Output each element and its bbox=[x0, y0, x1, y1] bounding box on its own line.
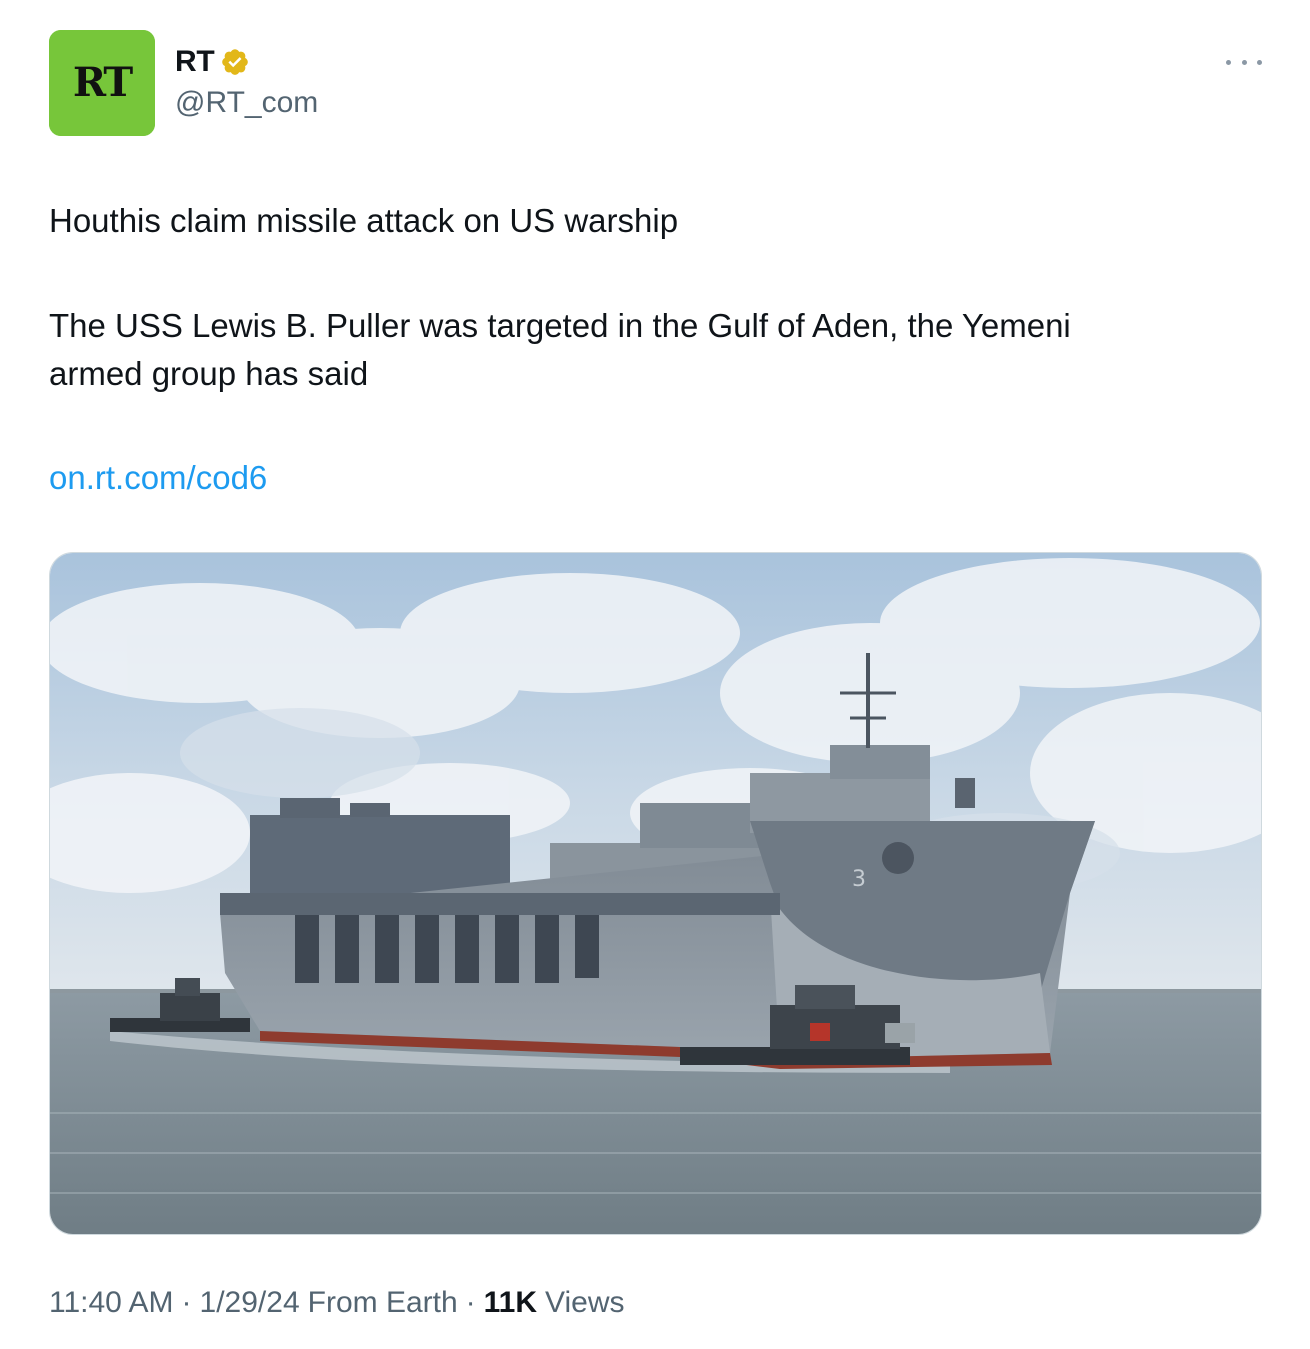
author-display-name[interactable]: RT bbox=[175, 45, 215, 79]
more-options-icon[interactable] bbox=[1226, 50, 1262, 74]
rt-logo-icon: RT bbox=[49, 30, 155, 136]
tweet-card: RT RT @RT_com Houthis claim missile atta… bbox=[0, 0, 1310, 1349]
hull-number-text: 3 bbox=[852, 867, 866, 892]
separator: · bbox=[465, 1286, 476, 1319]
tweet-link[interactable]: on.rt.com/cod6 bbox=[49, 454, 267, 502]
separator: · bbox=[181, 1286, 192, 1319]
tweet-headline: Houthis claim missile attack on US warsh… bbox=[49, 202, 679, 239]
author-name-row[interactable]: RT bbox=[175, 40, 250, 84]
tweet-body-line: The USS Lewis B. Puller was targeted in … bbox=[49, 307, 1071, 344]
tweet-media-image[interactable]: 3 bbox=[49, 552, 1262, 1235]
avatar[interactable]: RT bbox=[49, 30, 155, 136]
tweet-time[interactable]: 11:40 AM bbox=[49, 1286, 174, 1320]
tweet-metadata: 11:40 AM · 1/29/24 From Earth · 11K View… bbox=[49, 1286, 625, 1320]
verified-badge-icon bbox=[222, 49, 249, 75]
tweet-source: From Earth bbox=[307, 1286, 458, 1319]
views-count: 11K bbox=[483, 1286, 538, 1319]
tweet-body-line: armed group has said bbox=[49, 355, 369, 392]
views-label: Views bbox=[545, 1286, 625, 1319]
warship-photo: 3 bbox=[50, 553, 1261, 1234]
avatar-text: RT bbox=[73, 59, 134, 106]
author-handle[interactable]: @RT_com bbox=[175, 86, 318, 120]
tweet-date[interactable]: 1/29/24 bbox=[200, 1286, 300, 1320]
tweet-body: The USS Lewis B. Puller was targeted in … bbox=[49, 302, 1269, 398]
